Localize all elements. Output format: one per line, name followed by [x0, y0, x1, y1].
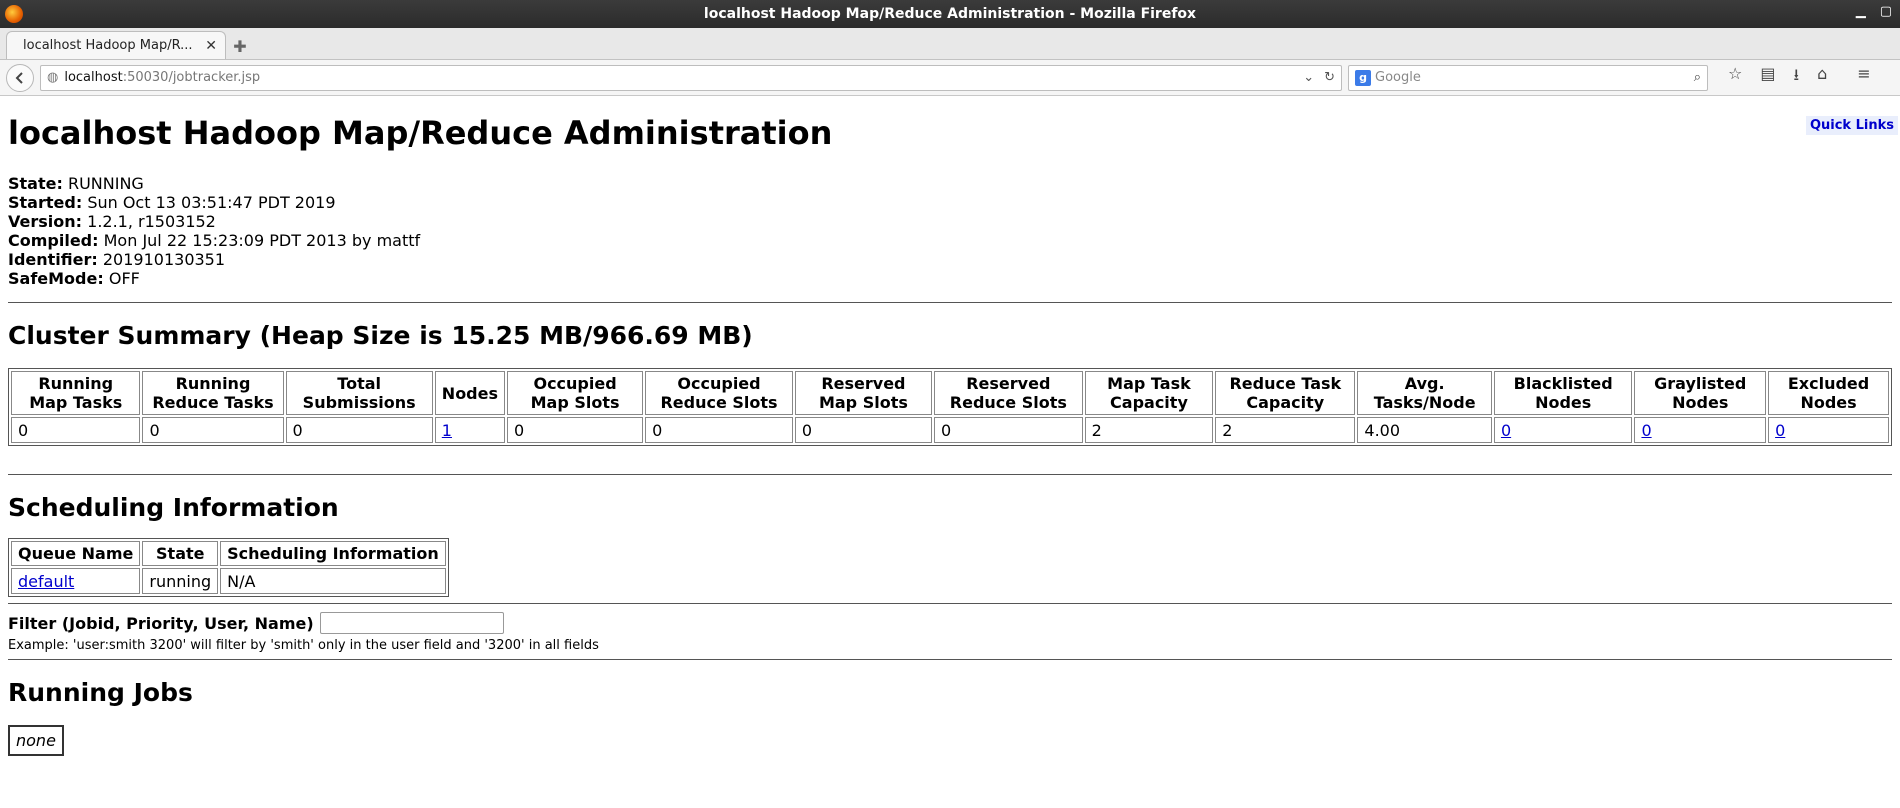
queue-default-link[interactable]: default: [18, 572, 74, 591]
divider: [8, 302, 1892, 303]
quick-links-link[interactable]: Quick Links: [1805, 116, 1898, 135]
table-header-row: Queue Name State Scheduling Information: [11, 541, 446, 566]
header-running-map-tasks: Running Map Tasks: [11, 371, 141, 415]
filter-input[interactable]: [319, 612, 504, 634]
cell-running-map-tasks: 0: [11, 417, 141, 443]
back-arrow-icon: [15, 71, 23, 84]
cluster-summary-heading: Cluster Summary (Heap Size is 15.25 MB/9…: [8, 321, 753, 350]
cell-blacklisted-nodes: 0: [1493, 417, 1633, 443]
filter-example-text: Example: 'user:smith 3200' will filter b…: [8, 638, 599, 653]
window-controls: ▁ ▢: [1856, 4, 1892, 19]
header-excluded-nodes: Excluded Nodes: [1768, 371, 1889, 415]
url-bar[interactable]: ◍ localhost:50030/jobtracker.jsp ⌄ ↻: [40, 64, 1342, 91]
status-version: Version: 1.2.1, r1503152: [8, 212, 216, 231]
new-tab-button[interactable]: ✚: [226, 33, 254, 59]
minimize-icon[interactable]: ▁: [1856, 4, 1866, 19]
header-scheduling-information: Scheduling Information: [220, 541, 446, 566]
search-bar[interactable]: g Google ⌕: [1348, 64, 1708, 91]
tab-jobtracker[interactable]: localhost Hadoop Map/R... ✕: [6, 31, 226, 59]
cell-running-reduce-tasks: 0: [142, 417, 284, 443]
cluster-summary-table: Running Map Tasks Running Reduce Tasks T…: [8, 368, 1892, 446]
running-jobs-heading: Running Jobs: [8, 678, 193, 707]
tab-bar: localhost Hadoop Map/R... ✕ ✚: [0, 28, 1900, 60]
header-reserved-reduce-slots: Reserved Reduce Slots: [933, 371, 1083, 415]
table-header-row: Running Map Tasks Running Reduce Tasks T…: [11, 371, 1889, 415]
nodes-link[interactable]: 1: [442, 421, 452, 440]
graylisted-nodes-link[interactable]: 0: [1641, 421, 1651, 440]
filter-row: Filter (Jobid, Priority, User, Name): [8, 612, 1892, 634]
blacklisted-nodes-link[interactable]: 0: [1501, 421, 1511, 440]
header-graylisted-nodes: Graylisted Nodes: [1634, 371, 1767, 415]
close-tab-icon[interactable]: ✕: [205, 38, 217, 54]
divider: [8, 659, 1892, 660]
header-map-task-capacity: Map Task Capacity: [1084, 371, 1214, 415]
status-block: State: RUNNING Started: Sun Oct 13 03:51…: [8, 174, 1892, 288]
bookmark-star-icon[interactable]: ☆: [1728, 64, 1742, 91]
globe-icon: ◍: [47, 70, 59, 85]
maximize-icon[interactable]: ▢: [1880, 4, 1892, 19]
table-row: 0 0 0 1 0 0 0 0 2 2 4.00 0 0 0: [11, 417, 1889, 443]
downloads-icon[interactable]: ⭳: [1793, 64, 1799, 91]
header-running-reduce-tasks: Running Reduce Tasks: [142, 371, 284, 415]
cell-reserved-map-slots: 0: [794, 417, 932, 443]
cell-state: running: [142, 568, 219, 594]
page-content: Quick Links localhost Hadoop Map/Reduce …: [0, 114, 1900, 756]
url-path: :50030/jobtracker.jsp: [122, 70, 261, 85]
dropdown-history-icon[interactable]: ⌄: [1303, 70, 1314, 85]
google-search-engine-icon[interactable]: g: [1355, 69, 1371, 86]
cell-excluded-nodes: 0: [1768, 417, 1889, 443]
tab-label: localhost Hadoop Map/R...: [23, 38, 193, 53]
cell-reserved-reduce-slots: 0: [933, 417, 1083, 443]
scheduling-info-heading: Scheduling Information: [8, 493, 339, 522]
reading-list-icon[interactable]: ▤: [1760, 64, 1775, 91]
navigation-bar: ◍ localhost:50030/jobtracker.jsp ⌄ ↻ g G…: [0, 60, 1900, 96]
status-safemode: SafeMode: OFF: [8, 269, 140, 288]
cell-avg-tasks-node: 4.00: [1357, 417, 1492, 443]
cell-scheduling-information: N/A: [220, 568, 446, 594]
header-occupied-map-slots: Occupied Map Slots: [507, 371, 644, 415]
search-placeholder: Google: [1375, 70, 1421, 85]
divider: [8, 603, 1892, 604]
excluded-nodes-link[interactable]: 0: [1775, 421, 1785, 440]
window-title: localhost Hadoop Map/Reduce Administrati…: [703, 6, 1197, 22]
page-title: localhost Hadoop Map/Reduce Administrati…: [8, 114, 833, 152]
header-blacklisted-nodes: Blacklisted Nodes: [1493, 371, 1633, 415]
cell-map-task-capacity: 2: [1084, 417, 1214, 443]
reload-icon[interactable]: ↻: [1324, 70, 1335, 85]
cell-reduce-task-capacity: 2: [1215, 417, 1356, 443]
back-button[interactable]: [6, 63, 34, 92]
running-jobs-empty: none: [8, 725, 64, 756]
header-total-submissions: Total Submissions: [285, 371, 433, 415]
table-row: default running N/A: [11, 568, 446, 594]
cell-occupied-reduce-slots: 0: [645, 417, 793, 443]
cell-total-submissions: 0: [285, 417, 433, 443]
header-state: State: [142, 541, 219, 566]
divider: [8, 474, 1892, 475]
status-identifier: Identifier: 201910130351: [8, 250, 226, 269]
header-nodes: Nodes: [434, 371, 506, 415]
cell-occupied-map-slots: 0: [507, 417, 644, 443]
url-host: localhost: [64, 70, 123, 85]
header-avg-tasks-node: Avg. Tasks/Node: [1357, 371, 1492, 415]
status-state: State: RUNNING: [8, 174, 144, 193]
window-titlebar: localhost Hadoop Map/Reduce Administrati…: [0, 0, 1900, 28]
filter-label: Filter (Jobid, Priority, User, Name): [8, 613, 314, 633]
status-started: Started: Sun Oct 13 03:51:47 PDT 2019: [8, 193, 336, 212]
header-reserved-map-slots: Reserved Map Slots: [794, 371, 932, 415]
header-reduce-task-capacity: Reduce Task Capacity: [1215, 371, 1356, 415]
cell-nodes: 1: [434, 417, 506, 443]
toolbar-icons: ☆ ▤ ⭳ ⌂ ≡: [1728, 64, 1871, 91]
header-queue-name: Queue Name: [11, 541, 141, 566]
scheduling-table: Queue Name State Scheduling Information …: [8, 538, 449, 597]
status-compiled: Compiled: Mon Jul 22 15:23:09 PDT 2013 b…: [8, 231, 421, 250]
header-occupied-reduce-slots: Occupied Reduce Slots: [645, 371, 793, 415]
cell-queue-name: default: [11, 568, 141, 594]
search-binoculars-icon[interactable]: ⌕: [1694, 70, 1701, 85]
cell-graylisted-nodes: 0: [1634, 417, 1767, 443]
home-icon[interactable]: ⌂: [1817, 64, 1827, 91]
menu-icon[interactable]: ≡: [1857, 64, 1870, 91]
